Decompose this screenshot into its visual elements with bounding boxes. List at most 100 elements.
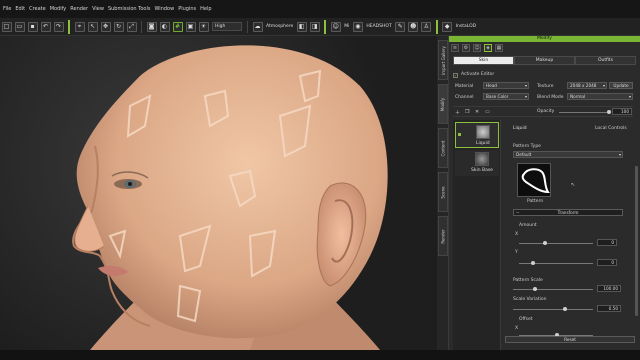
view-icon[interactable]: ◐	[159, 21, 170, 32]
offset-x-label: X	[515, 326, 519, 331]
checker-icon[interactable]: ▦	[495, 43, 503, 52]
scale-icon[interactable]: ⤢	[126, 21, 137, 32]
headshot-label[interactable]: HEADSHOT	[366, 24, 391, 29]
properties-icon[interactable]: ≡	[451, 43, 459, 52]
undo-icon[interactable]: ↶	[40, 21, 51, 32]
tab-outfits[interactable]: Outfits	[575, 56, 636, 65]
menu-window[interactable]: Window	[154, 6, 174, 12]
scale-variation-knob[interactable]	[563, 307, 567, 311]
menu-submission-tools[interactable]: Submission Tools	[108, 6, 151, 12]
opacity-slider[interactable]	[559, 110, 611, 114]
pattern-scale-label: Pattern Scale	[513, 278, 543, 283]
tab-modify[interactable]: Modify	[438, 84, 448, 124]
scale-variation-value[interactable]: 0.50	[597, 305, 621, 312]
menu-plugins[interactable]: Plugins	[178, 6, 196, 12]
render-quality-dropdown[interactable]: High	[212, 22, 242, 31]
channel-dropdown[interactable]: Base Color	[483, 93, 529, 100]
pattern-type-dropdown[interactable]: Default	[513, 151, 623, 158]
y-label: Y	[515, 250, 518, 255]
atmosphere-label[interactable]: Atmosphere	[266, 24, 293, 29]
character-icon[interactable]: ☺	[330, 21, 341, 32]
material-dropdown[interactable]: Head	[483, 82, 529, 89]
amount-y-value[interactable]: 0	[597, 259, 617, 266]
camera-icon[interactable]: ◙	[146, 21, 157, 32]
motion-icon[interactable]: ⚙	[462, 43, 470, 52]
light-icon[interactable]: ☀	[198, 21, 209, 32]
pick-icon[interactable]: ↖	[87, 21, 98, 32]
move-icon[interactable]: ✥	[100, 21, 111, 32]
rotate-icon[interactable]: ↻	[113, 21, 124, 32]
blend-mode-dropdown[interactable]: Normal	[567, 93, 633, 100]
new-project-icon[interactable]: □	[1, 21, 12, 32]
transform-section-header[interactable]: − Transform	[513, 209, 623, 216]
tab-scene[interactable]: Scene	[438, 172, 448, 212]
offset-label: Offset	[519, 317, 533, 322]
panel-scrollbar[interactable]	[635, 166, 638, 316]
atmosphere-icon[interactable]: ☁	[252, 21, 263, 32]
amount-label: Amount	[519, 223, 537, 228]
redo-icon[interactable]: ↷	[53, 21, 64, 32]
delete-layer-icon[interactable]: ✕	[475, 109, 479, 115]
body-icon[interactable]: ♙	[421, 21, 432, 32]
menu-edit[interactable]: Edit	[15, 6, 25, 12]
toolbar-separator	[324, 19, 327, 34]
menu-create[interactable]: Create	[29, 6, 46, 12]
reset-button[interactable]: Reset	[505, 336, 635, 343]
select-icon[interactable]: ⌖	[74, 21, 85, 32]
menu-file[interactable]: File	[3, 6, 11, 12]
amount-x-knob[interactable]	[543, 241, 547, 245]
tab-render[interactable]: Render	[438, 216, 448, 256]
activate-editor-label: Activate Editor	[461, 72, 495, 77]
scale-variation-slider[interactable]	[513, 307, 593, 311]
3d-viewport[interactable]	[0, 36, 437, 350]
folder-icon[interactable]: ▭	[485, 109, 490, 115]
grid-icon[interactable]: #	[172, 21, 183, 32]
update-button[interactable]: Update	[609, 82, 633, 89]
pattern-scale-slider[interactable]	[513, 287, 593, 291]
layer-list: Liquid Skin Base	[453, 120, 501, 350]
material-label: Material	[455, 84, 474, 89]
headshot-icon[interactable]: ◉	[352, 21, 363, 32]
scale-variation-label: Scale Variation	[513, 297, 547, 302]
open-icon[interactable]: ▭	[14, 21, 25, 32]
amount-x-slider[interactable]	[519, 241, 593, 245]
tab-makeup[interactable]: Makeup	[514, 56, 575, 65]
face-icon[interactable]: ☻	[408, 21, 419, 32]
tab-content[interactable]: Content	[438, 128, 448, 168]
menu-modify[interactable]: Modify	[50, 6, 67, 12]
copy-layer-icon[interactable]: ❐	[465, 109, 469, 115]
layer-item-liquid[interactable]: Liquid	[455, 122, 499, 148]
blend-mode-label: Blend Mode	[537, 95, 564, 100]
render-icon[interactable]: ◧	[296, 21, 307, 32]
texture-label: Texture	[537, 84, 554, 89]
menu-view[interactable]: View	[92, 6, 104, 12]
pattern-scale-knob[interactable]	[533, 287, 537, 291]
texture-dropdown[interactable]: 2048 x 2048	[567, 82, 607, 89]
layer-thumbnail	[475, 152, 489, 166]
add-layer-icon[interactable]: ＋	[455, 109, 460, 116]
tab-import-gallery[interactable]: Import Gallery	[438, 40, 448, 80]
menu-render[interactable]: Render	[70, 6, 88, 12]
shadow-icon[interactable]: ◨	[309, 21, 320, 32]
morph-icon[interactable]: ✎	[395, 21, 406, 32]
pattern-scale-value[interactable]: 100.00	[597, 285, 621, 292]
pattern-preview[interactable]	[517, 163, 551, 197]
appearance-icon[interactable]: ◈	[484, 43, 492, 52]
activate-editor-checkbox[interactable]: ✓	[453, 73, 458, 78]
amount-y-slider[interactable]	[519, 261, 593, 265]
instalod-icon[interactable]: ◆	[442, 21, 453, 32]
amount-y-knob[interactable]	[531, 261, 535, 265]
frame-icon[interactable]: ▣	[185, 21, 196, 32]
menu-help[interactable]: Help	[200, 6, 211, 12]
layer-visible-icon[interactable]	[458, 133, 461, 136]
layer-item-skin-base[interactable]: Skin Base	[455, 150, 499, 176]
opacity-slider-knob[interactable]	[607, 110, 611, 114]
save-icon[interactable]: ▪	[27, 21, 38, 32]
amount-x-value[interactable]: 0	[597, 239, 617, 246]
instalod-label[interactable]: InstaLOD	[456, 24, 476, 29]
pattern-label: Pattern	[527, 199, 544, 204]
opacity-value[interactable]: 100	[612, 108, 632, 115]
pattern-shape-icon	[521, 168, 550, 194]
morph-icon[interactable]: ☺	[473, 43, 481, 52]
tab-skin[interactable]: Skin	[453, 56, 514, 65]
